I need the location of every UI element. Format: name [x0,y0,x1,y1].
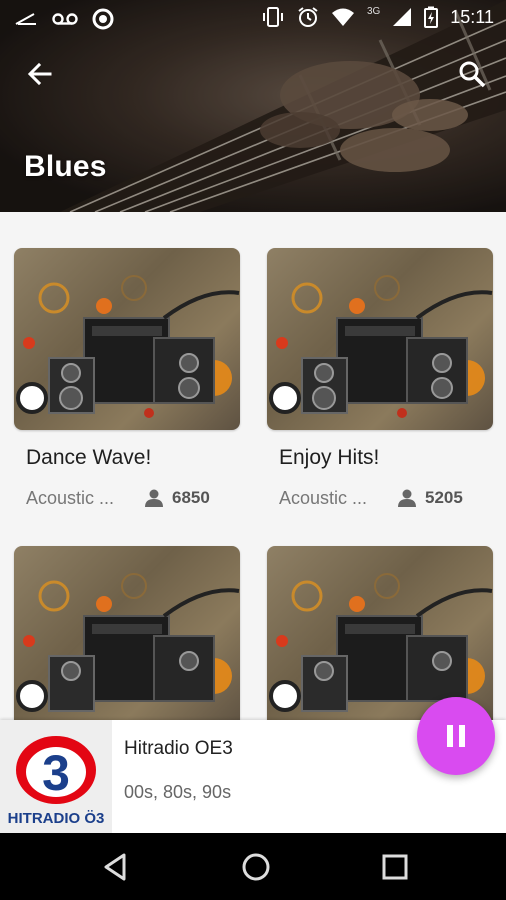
vibrate-icon [262,7,283,27]
person-icon [398,489,416,507]
listener-count: 5205 [397,488,463,508]
voicemail-icon [52,13,78,25]
station-grid: Dance Wave! Acoustic ... 6850 Enjoy Hits… [0,212,506,728]
alarm-icon [298,7,318,27]
missed-call-icon [15,13,36,25]
logo-text: HITRADIO Ö3 [8,810,105,827]
battery-icon [424,6,439,28]
now-playing-station: Hitradio OE3 [124,738,233,759]
station-meta: Acoustic ... 5205 [279,488,479,512]
nav-home-icon[interactable] [236,847,276,887]
station-title: Dance Wave! [26,446,152,469]
station-meta: Acoustic ... 6850 [26,488,226,512]
arrow-left-icon [27,62,52,86]
now-playing-genres: 00s, 80s, 90s [124,782,232,802]
wifi-icon [331,8,354,26]
logo-numeral: 3 [42,745,70,801]
station-genre: Acoustic ... [26,488,115,508]
signal-icon [393,8,412,26]
page-title: Blues [24,150,107,183]
category-header: 3G 15:11 Blues [0,0,506,212]
search-button[interactable] [456,58,488,90]
nav-back-icon[interactable] [96,847,136,887]
station-title: Enjoy Hits! [279,446,380,469]
back-button[interactable] [24,58,56,90]
listener-count-value: 5205 [425,488,463,507]
status-time: 15:11 [450,6,494,27]
listener-count: 6850 [144,488,210,508]
search-icon [459,61,486,88]
station-artwork [267,248,493,430]
pause-button[interactable] [417,697,495,775]
station-card[interactable]: Dance Wave! Acoustic ... 6850 [14,248,240,508]
network-type-label: 3G [366,5,381,17]
listener-count-value: 6850 [172,488,210,507]
station-artwork [14,546,240,728]
circle-notification-icon [92,8,114,30]
pause-icon [447,725,465,747]
station-logo: 3 HITRADIO Ö3 [0,720,112,833]
station-card[interactable] [14,546,240,728]
person-icon [145,489,163,507]
station-card[interactable]: Enjoy Hits! Acoustic ... 5205 [267,248,493,508]
nav-recents-icon[interactable] [375,847,415,887]
system-navigation-bar [0,833,506,900]
station-genre: Acoustic ... [279,488,368,508]
station-artwork [14,248,240,430]
status-bar: 3G 15:11 [0,0,506,36]
